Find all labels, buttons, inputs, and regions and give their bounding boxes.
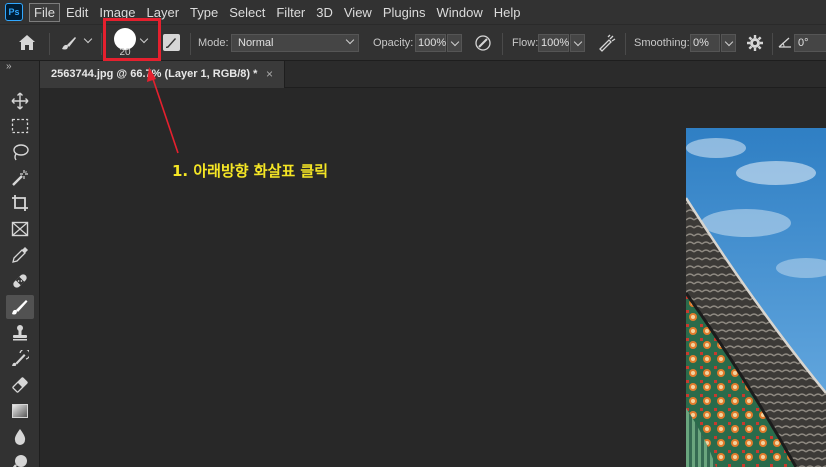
angle-icon	[778, 36, 792, 51]
opacity-label: Opacity:	[373, 37, 414, 49]
collapse-toolbar-icon[interactable]: »	[6, 61, 11, 72]
menu-help[interactable]: Help	[489, 3, 526, 22]
menu-edit[interactable]: Edit	[61, 3, 93, 22]
airbrush-icon[interactable]	[597, 34, 617, 55]
menu-select[interactable]: Select	[224, 3, 270, 22]
opacity-input[interactable]: 100%	[415, 34, 446, 52]
smoothing-input[interactable]: 0%	[690, 34, 720, 52]
tools-panel: »	[0, 61, 40, 467]
flow-value: 100%	[541, 37, 570, 49]
flow-chevron-icon[interactable]	[570, 34, 585, 52]
blur-tool-icon[interactable]	[6, 425, 34, 449]
menu-type[interactable]: Type	[185, 3, 223, 22]
close-icon[interactable]: ×	[266, 67, 273, 81]
smoothing-chevron-icon[interactable]	[721, 34, 736, 52]
frame-tool-icon[interactable]	[6, 217, 34, 241]
marquee-tool-icon[interactable]	[6, 114, 34, 138]
mode-dropdown[interactable]: Normal	[231, 34, 359, 52]
history-brush-tool-icon[interactable]	[6, 347, 34, 371]
eyedropper-tool-icon[interactable]	[6, 243, 34, 267]
flow-input[interactable]: 100%	[538, 34, 569, 52]
document-tab[interactable]: 2563744.jpg @ 66.7% (Layer 1, RGB/8) * ×	[40, 61, 285, 88]
flow-label: Flow:	[512, 37, 539, 49]
angle-input[interactable]: 0°	[794, 34, 826, 52]
eraser-tool-icon[interactable]	[6, 373, 34, 397]
tool-preset-chevron-icon[interactable]	[83, 34, 93, 44]
pressure-opacity-icon[interactable]	[474, 34, 492, 55]
document-tab-bar: 2563744.jpg @ 66.7% (Layer 1, RGB/8) * ×	[40, 61, 826, 88]
smoothing-label: Smoothing:	[634, 37, 690, 49]
document-image	[686, 128, 826, 467]
menu-plugins[interactable]: Plugins	[378, 3, 431, 22]
menu-filter[interactable]: Filter	[271, 3, 310, 22]
crop-tool-icon[interactable]	[6, 191, 34, 215]
menu-3d[interactable]: 3D	[311, 3, 338, 22]
document-tab-title: 2563744.jpg @ 66.7% (Layer 1, RGB/8) *	[51, 68, 258, 80]
dodge-tool-icon[interactable]	[6, 451, 34, 467]
angle-value: 0°	[798, 37, 809, 49]
mode-label: Mode:	[198, 37, 229, 49]
clone-stamp-tool-icon[interactable]	[6, 321, 34, 345]
smoothing-value: 0%	[693, 37, 709, 49]
canvas-workspace[interactable]	[40, 88, 826, 467]
menu-view[interactable]: View	[339, 3, 377, 22]
mode-chevron-icon	[345, 35, 355, 45]
highlight-box	[103, 18, 161, 61]
healing-brush-tool-icon[interactable]	[6, 269, 34, 293]
opacity-chevron-icon[interactable]	[447, 34, 462, 52]
tool-preset-picker[interactable]	[60, 35, 80, 54]
gradient-tool-icon[interactable]	[6, 399, 34, 423]
opacity-value: 100%	[418, 37, 447, 49]
move-tool-icon[interactable]	[6, 89, 34, 113]
mode-value: Normal	[238, 37, 274, 49]
gear-icon[interactable]	[746, 34, 764, 55]
magic-wand-tool-icon[interactable]	[6, 166, 34, 190]
brush-settings-toggle-icon[interactable]	[163, 34, 180, 51]
menu-file[interactable]: File	[29, 2, 60, 22]
lasso-tool-icon[interactable]	[6, 140, 34, 164]
home-icon[interactable]	[18, 34, 36, 54]
annotation-label: 1. 아래방향 화살표 클릭	[172, 162, 329, 180]
brush-tool-icon[interactable]	[6, 295, 34, 319]
photoshop-logo: Ps	[5, 3, 23, 21]
menu-window[interactable]: Window	[431, 3, 487, 22]
